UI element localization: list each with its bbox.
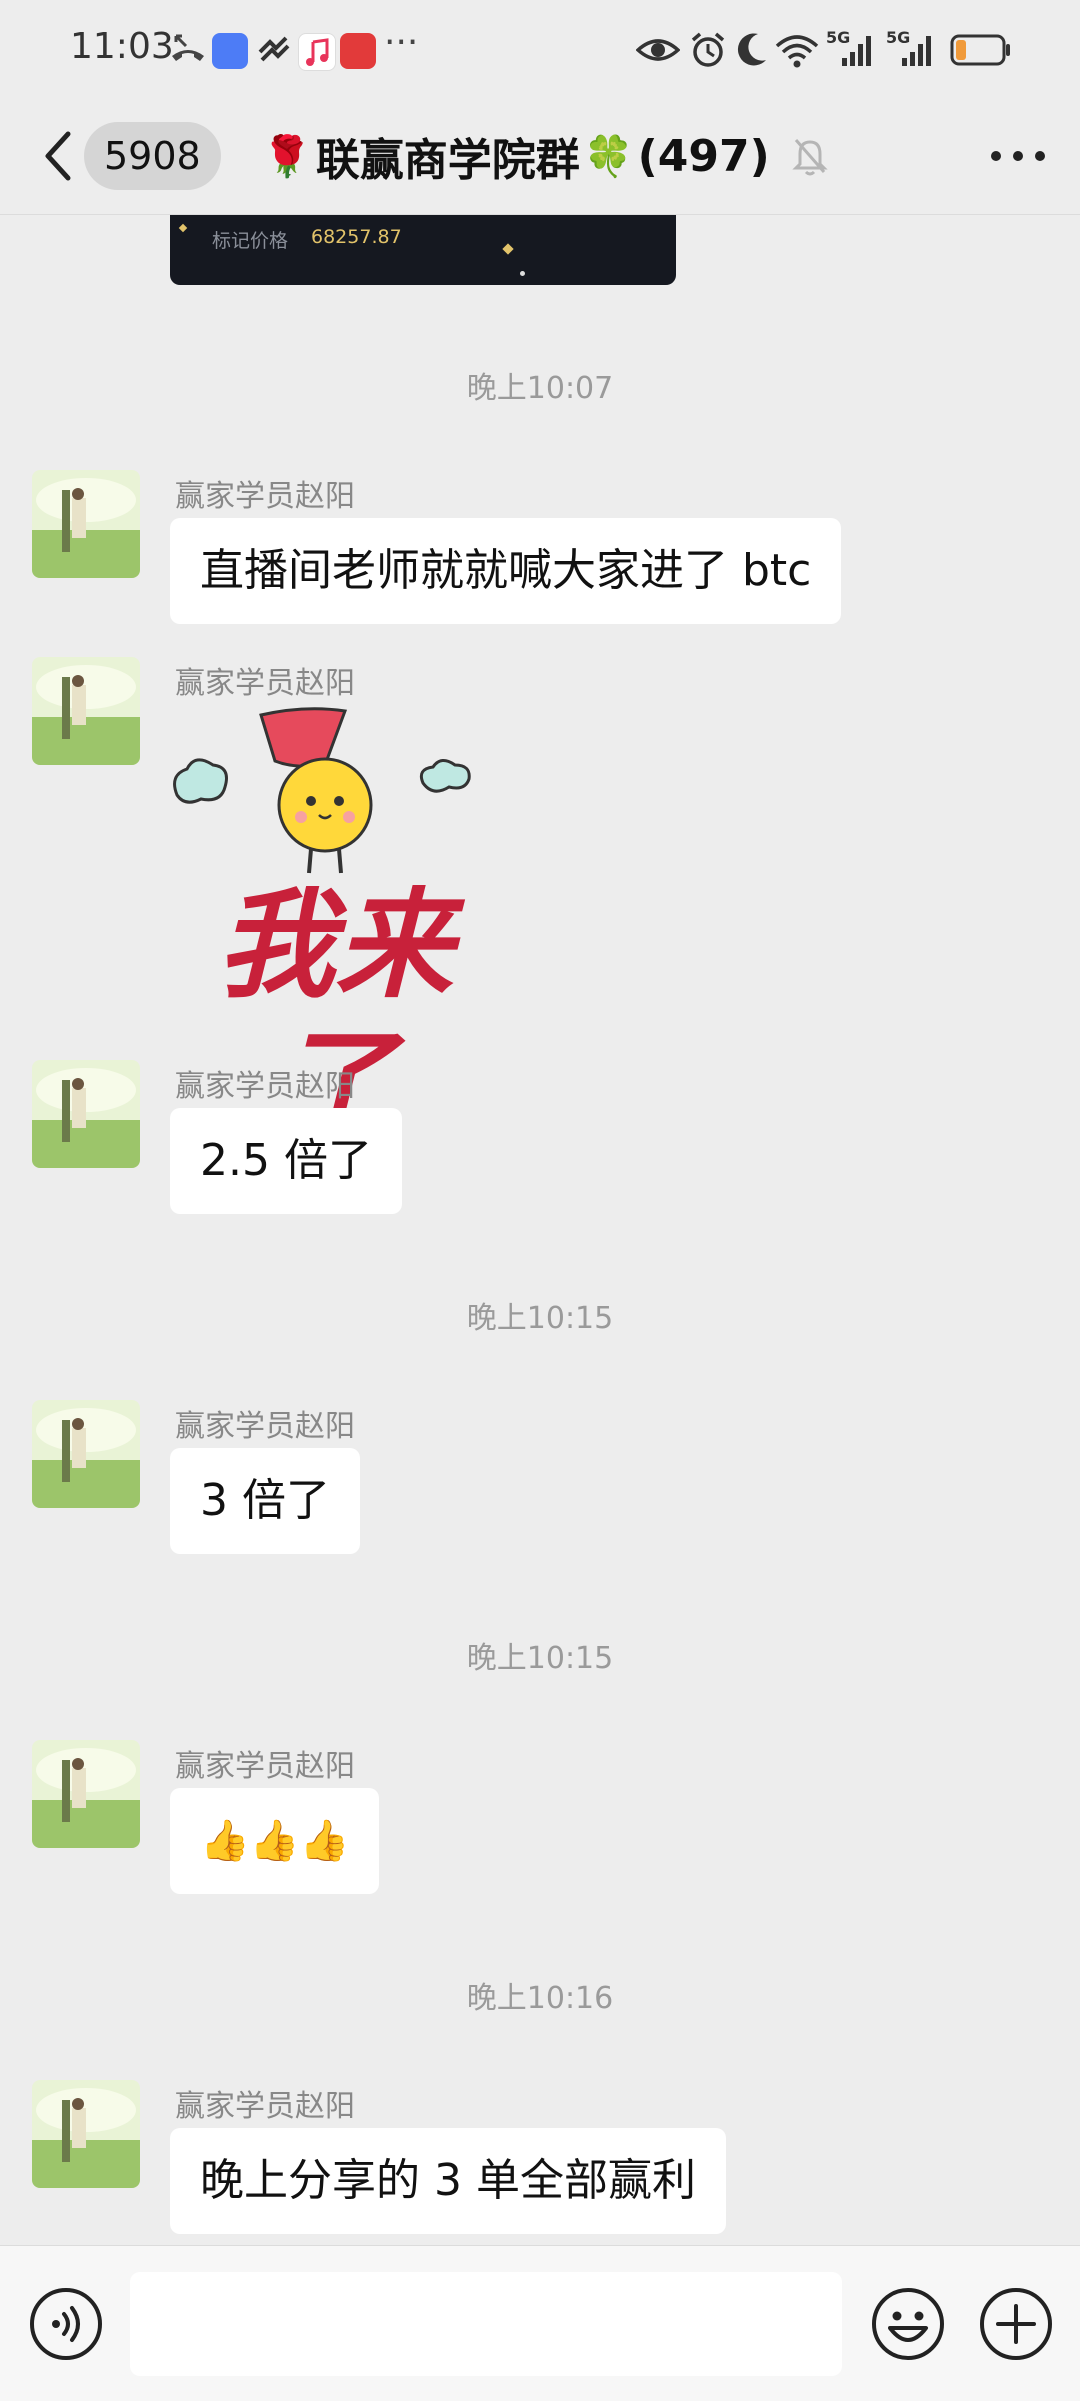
- voice-icon[interactable]: [28, 2286, 104, 2362]
- avatar[interactable]: [32, 657, 140, 765]
- music-app-icon: [298, 33, 336, 71]
- image-value: 68257.87: [311, 226, 402, 248]
- plus-icon[interactable]: [978, 2286, 1054, 2362]
- bell-off-icon: [792, 139, 828, 176]
- message-bubble[interactable]: 直播间老师就就喊大家进了 btc: [170, 518, 842, 624]
- chat-title[interactable]: 🌹 联赢商学院群 🍀 (497): [262, 120, 830, 192]
- eye-icon: [636, 39, 680, 61]
- sparkle-icon: [502, 243, 514, 255]
- message-bubble[interactable]: 晚上分享的 3 单全部赢利: [170, 2128, 726, 2234]
- chat-header: 5908 🌹 联赢商学院群 🍀 (497): [0, 100, 1080, 215]
- avatar[interactable]: [32, 470, 140, 578]
- timestamp: 晚上10:15: [466, 1641, 614, 1676]
- rose-emoji: 🌹: [262, 133, 312, 180]
- status-overflow: ···: [384, 22, 419, 63]
- sender-name: 赢家学员赵阳: [175, 1749, 355, 1784]
- image-label: 标记价格: [212, 230, 289, 252]
- image-message[interactable]: 标记价格 68257.87: [170, 215, 676, 285]
- group-name: 联赢商学院群: [315, 135, 580, 186]
- message-bubble[interactable]: 👍👍👍: [170, 1788, 380, 1894]
- back-button[interactable]: [38, 126, 78, 186]
- sticker-message[interactable]: 我来了: [165, 705, 505, 1154]
- sender-name: 赢家学员赵阳: [175, 1409, 355, 1444]
- chat-messages[interactable]: 标记价格 68257.87 晚上10:07 赢家学员赵阳 直播间老师就就喊大家进…: [0, 215, 1080, 2245]
- avatar[interactable]: [32, 2080, 140, 2188]
- signal-icon: [902, 36, 931, 66]
- sparkle-icon: [178, 223, 188, 233]
- sticker-character-icon: [173, 707, 471, 874]
- message-input[interactable]: [130, 2272, 842, 2376]
- sender-name: 赢家学员赵阳: [175, 479, 355, 514]
- unread-count-badge[interactable]: 5908: [84, 122, 221, 190]
- app-icon: [258, 36, 290, 62]
- emoji-icon[interactable]: [870, 2286, 946, 2362]
- member-count: (497): [637, 130, 770, 182]
- timestamp: 晚上10:07: [466, 371, 614, 406]
- alarm-icon: [691, 32, 725, 67]
- app-icon: [212, 33, 248, 69]
- moon-icon: [737, 33, 766, 66]
- status-bar: 11:03 ··· 5G 5G: [0, 0, 1080, 100]
- timestamp: 晚上10:16: [466, 1981, 614, 2016]
- wifi-icon: [775, 35, 819, 68]
- message-bubble[interactable]: 3 倍了: [170, 1448, 360, 1554]
- sender-name: 赢家学员赵阳: [175, 2089, 355, 2124]
- news-app-icon: [340, 33, 376, 69]
- avatar[interactable]: [32, 1400, 140, 1508]
- signal-icon: [842, 36, 871, 66]
- avatar[interactable]: [32, 1740, 140, 1848]
- timestamp: 晚上10:15: [466, 1301, 614, 1336]
- status-time: 11:03: [70, 26, 174, 67]
- input-bar: [0, 2245, 1080, 2401]
- sparkle-icon: [520, 271, 525, 276]
- clover-emoji: 🍀: [583, 133, 634, 180]
- sender-name: 赢家学员赵阳: [175, 666, 355, 701]
- battery-icon: [950, 34, 1010, 66]
- sender-name: 赢家学员赵阳: [175, 1069, 355, 1104]
- missed-call-icon: [172, 34, 204, 61]
- avatar[interactable]: [32, 1060, 140, 1168]
- message-bubble[interactable]: 2.5 倍了: [170, 1108, 402, 1214]
- more-dots-icon[interactable]: [986, 134, 1050, 178]
